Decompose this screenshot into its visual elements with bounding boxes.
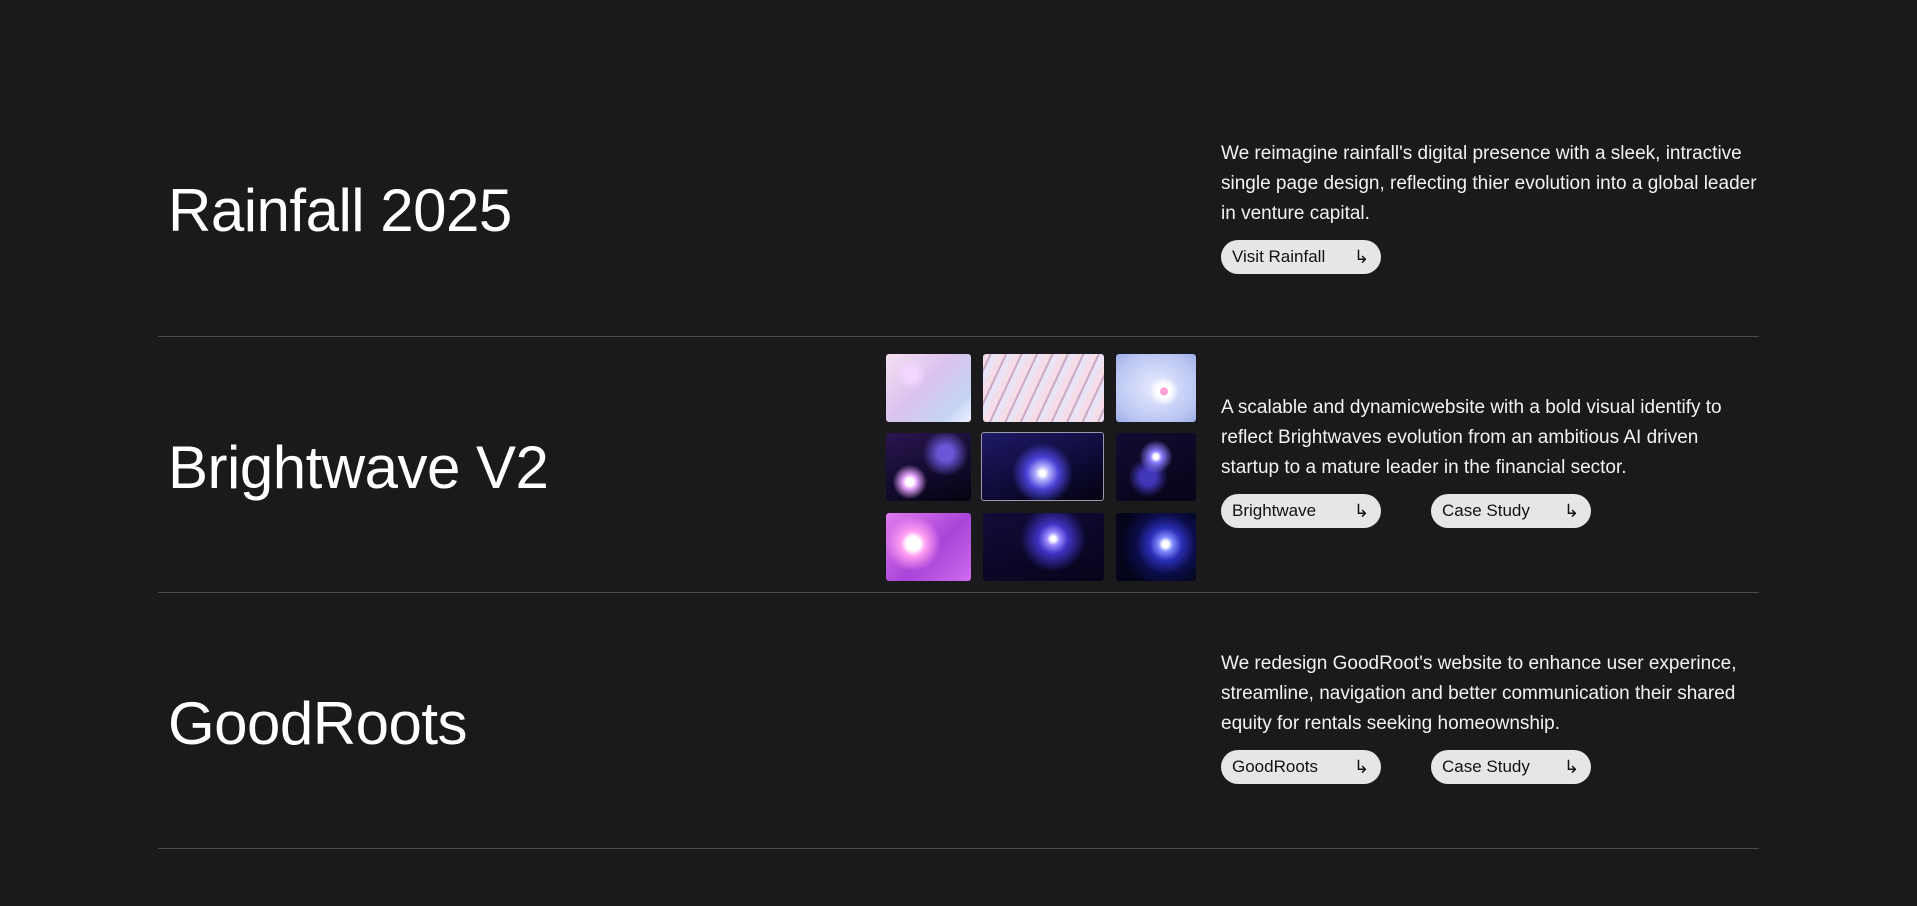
goodroots-link-button[interactable]: GoodRoots ↳ xyxy=(1221,750,1381,784)
preview-thumbnail xyxy=(983,354,1104,422)
preview-thumbnail xyxy=(886,513,971,581)
project-row-rainfall: Rainfall 2025 We reimagine rainfall's di… xyxy=(158,81,1759,337)
brightwave-link-button[interactable]: Brightwave ↳ xyxy=(1221,494,1381,528)
project-links: Visit Rainfall ↳ xyxy=(1221,240,1761,274)
button-label: Visit Rainfall xyxy=(1232,247,1326,266)
project-links: Brightwave ↳ Case Study ↳ xyxy=(1221,494,1761,528)
project-title: GoodRoots xyxy=(168,690,468,757)
case-study-button[interactable]: Case Study ↳ xyxy=(1431,750,1591,784)
hook-arrow-right-icon: ↳ xyxy=(1563,500,1579,522)
visit-rainfall-button[interactable]: Visit Rainfall ↳ xyxy=(1221,240,1381,274)
preview-thumbnail-selected xyxy=(981,432,1104,501)
project-title: Brightwave V2 xyxy=(168,434,549,501)
hook-arrow-right-icon: ↳ xyxy=(1353,500,1369,522)
button-label: Brightwave xyxy=(1232,501,1317,520)
preview-thumbnail xyxy=(1116,513,1196,581)
project-info: A scalable and dynamicwebsite with a bol… xyxy=(1221,393,1761,528)
project-description: We redesign GoodRoot's website to enhanc… xyxy=(1221,653,1737,734)
project-info: We redesign GoodRoot's website to enhanc… xyxy=(1221,649,1761,784)
hook-arrow-right-icon: ↳ xyxy=(1353,756,1369,778)
button-label: Case Study xyxy=(1442,757,1530,776)
preview-thumbnail xyxy=(886,354,971,422)
preview-thumbnail xyxy=(1116,433,1196,501)
project-title: Rainfall 2025 xyxy=(168,177,512,244)
project-links: GoodRoots ↳ Case Study ↳ xyxy=(1221,750,1761,784)
project-description: We reimagine rainfall's digital presence… xyxy=(1221,143,1757,224)
button-label: Case Study xyxy=(1442,501,1530,520)
preview-thumbnail xyxy=(1116,354,1196,422)
project-preview-grid[interactable] xyxy=(886,354,1196,583)
case-study-button[interactable]: Case Study ↳ xyxy=(1431,494,1591,528)
project-row-goodroots: GoodRoots We redesign GoodRoot's website… xyxy=(158,593,1759,849)
project-description: A scalable and dynamicwebsite with a bol… xyxy=(1221,397,1722,478)
preview-thumbnail xyxy=(886,433,971,501)
preview-thumbnail xyxy=(983,513,1104,581)
project-row-brightwave: Brightwave V2 A scalable and dynamicwebs… xyxy=(158,337,1759,593)
button-label: GoodRoots xyxy=(1232,757,1318,776)
hook-arrow-right-icon: ↳ xyxy=(1353,246,1369,268)
project-info: We reimagine rainfall's digital presence… xyxy=(1221,139,1761,274)
hook-arrow-right-icon: ↳ xyxy=(1563,756,1579,778)
